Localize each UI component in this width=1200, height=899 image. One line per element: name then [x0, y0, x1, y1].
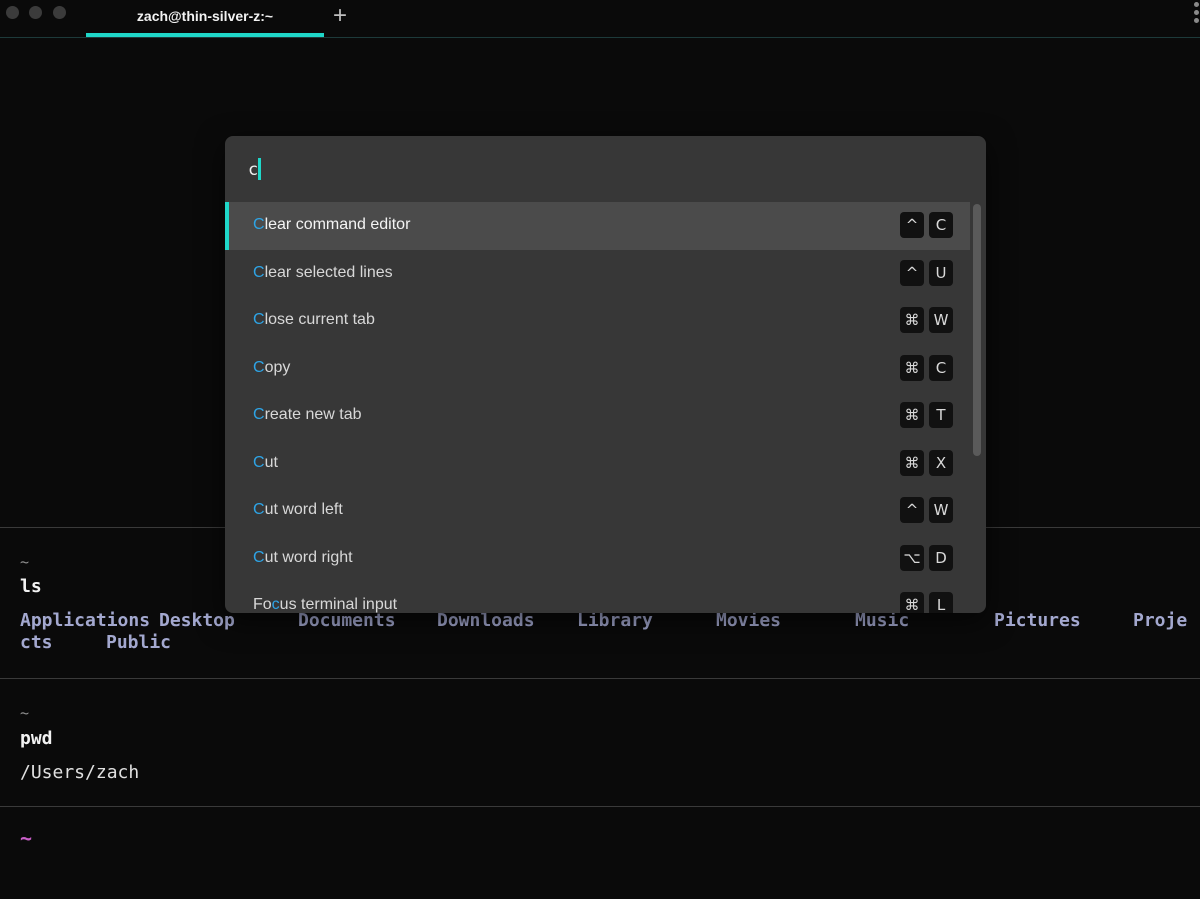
- label-text: lear selected lines: [264, 263, 393, 281]
- keyboard-shortcut: ⌘ T: [900, 402, 953, 428]
- key-cap: ^: [900, 259, 924, 286]
- palette-item[interactable]: Cut ⌘ X: [225, 440, 970, 488]
- key-cap: ⌘: [900, 592, 924, 613]
- ls-entry[interactable]: Music: [855, 610, 909, 631]
- ls-entry[interactable]: Pictures: [994, 610, 1081, 631]
- block-divider: [0, 806, 1200, 807]
- match-highlight: C: [253, 216, 265, 233]
- palette-item-label: Close current tab: [253, 311, 375, 329]
- key-cap: D: [929, 544, 953, 571]
- palette-search-input[interactable]: c: [225, 136, 986, 202]
- label-text: lear command editor: [264, 216, 411, 233]
- match-highlight: C: [253, 263, 265, 281]
- key-cap: T: [929, 402, 953, 428]
- palette-item[interactable]: Close current tab ⌘ W: [225, 297, 970, 345]
- label-text: lose current tab: [264, 311, 375, 328]
- key-cap: ⌘: [900, 402, 924, 428]
- palette-item-label: Cut: [253, 454, 278, 472]
- label-text: Fo: [253, 596, 272, 613]
- keyboard-shortcut: ⌥ D: [900, 544, 953, 571]
- keyboard-shortcut: ⌘ C: [900, 354, 953, 381]
- key-cap: C: [929, 354, 953, 381]
- palette-search-query: c: [248, 160, 259, 180]
- match-highlight: c: [271, 596, 280, 613]
- palette-item-label: Create new tab: [253, 406, 362, 424]
- label-text: reate new tab: [264, 406, 362, 423]
- palette-item-label: Cut word right: [253, 549, 353, 567]
- palette-scrollbar[interactable]: [973, 204, 981, 456]
- key-cap: U: [929, 259, 953, 286]
- close-window-button[interactable]: [6, 6, 19, 19]
- label-text: opy: [264, 358, 291, 376]
- match-highlight: C: [253, 406, 265, 423]
- ls-entry[interactable]: Movies: [716, 610, 781, 631]
- command-palette: c Clear command editor ^ C Clear selected l…: [225, 136, 986, 613]
- label-text: us terminal input: [279, 596, 398, 613]
- block-dir: ~: [20, 704, 30, 722]
- palette-item[interactable]: Clear selected lines ^ U: [225, 250, 970, 298]
- match-highlight: C: [253, 548, 265, 566]
- active-prompt[interactable]: ~: [20, 826, 32, 850]
- keyboard-shortcut: ^ C: [900, 212, 953, 238]
- key-cap: L: [929, 592, 953, 613]
- palette-item[interactable]: Create new tab ⌘ T: [225, 392, 970, 440]
- palette-item[interactable]: Clear command editor ^ C: [225, 202, 970, 250]
- keyboard-shortcut: ⌘ X: [900, 449, 953, 476]
- palette-item[interactable]: Cut word right ⌥ D: [225, 535, 970, 583]
- keyboard-shortcut: ⌘ L: [900, 592, 953, 613]
- ls-entry[interactable]: Downloads: [437, 610, 535, 631]
- tab-title: zach@thin-silver-z:~: [136, 8, 274, 24]
- palette-item-label: Cut word left: [253, 501, 343, 519]
- block-command[interactable]: pwd: [20, 728, 53, 749]
- ls-entry[interactable]: Desktop: [159, 610, 235, 631]
- block-dir: ~: [20, 553, 30, 571]
- ls-entry[interactable]: Proje: [1133, 610, 1187, 631]
- label-text: ut word right: [264, 548, 353, 566]
- match-highlight: C: [253, 501, 265, 518]
- block-divider: [0, 678, 1200, 679]
- label-text: ut: [264, 453, 278, 471]
- keyboard-shortcut: ^ U: [900, 259, 953, 286]
- minimize-window-button[interactable]: [29, 6, 42, 19]
- match-highlight: C: [253, 358, 265, 376]
- label-text: ut word left: [264, 501, 343, 518]
- more-menu-icon[interactable]: [1194, 2, 1200, 26]
- palette-results-list: Clear command editor ^ C Clear selected lin…: [225, 202, 970, 613]
- selection-indicator: [225, 202, 229, 250]
- palette-item[interactable]: Copy ⌘ C: [225, 345, 970, 393]
- key-cap: ⌘: [900, 307, 924, 333]
- keyboard-shortcut: ⌘ W: [900, 307, 953, 333]
- keyboard-shortcut: ^ W: [900, 497, 953, 523]
- ls-entry[interactable]: Applications: [20, 610, 150, 631]
- palette-item[interactable]: Focus terminal input ⌘ L: [225, 582, 970, 613]
- key-cap: W: [929, 307, 953, 333]
- key-cap: X: [929, 449, 953, 476]
- palette-item[interactable]: Cut word left ^ W: [225, 487, 970, 535]
- key-cap: ⌥: [900, 544, 924, 571]
- maximize-window-button[interactable]: [53, 6, 66, 19]
- text-caret: [258, 158, 261, 180]
- key-cap: ^: [900, 212, 924, 238]
- key-cap: C: [929, 212, 953, 238]
- palette-item-label: Focus terminal input: [253, 596, 397, 613]
- palette-item-label: Clear selected lines: [253, 264, 393, 282]
- match-highlight: C: [253, 453, 265, 471]
- tab-active[interactable]: zach@thin-silver-z:~: [86, 0, 324, 37]
- block-command[interactable]: ls: [20, 576, 42, 597]
- title-bar: zach@thin-silver-z:~ +: [0, 0, 1200, 38]
- ls-entry[interactable]: cts: [20, 632, 53, 653]
- match-highlight: C: [253, 311, 265, 328]
- new-tab-button[interactable]: +: [333, 2, 347, 30]
- key-cap: ^: [900, 497, 924, 523]
- key-cap: W: [929, 497, 953, 523]
- key-cap: ⌘: [900, 449, 924, 476]
- ls-entry[interactable]: Documents: [298, 610, 396, 631]
- key-cap: ⌘: [900, 354, 924, 381]
- ls-entry[interactable]: Public: [106, 632, 171, 653]
- tab-active-indicator: [86, 33, 324, 37]
- palette-item-label: Copy: [253, 359, 290, 377]
- ls-entry[interactable]: Library: [577, 610, 653, 631]
- pwd-output: /Users/zach: [20, 762, 140, 783]
- palette-item-label: Clear command editor: [253, 216, 410, 234]
